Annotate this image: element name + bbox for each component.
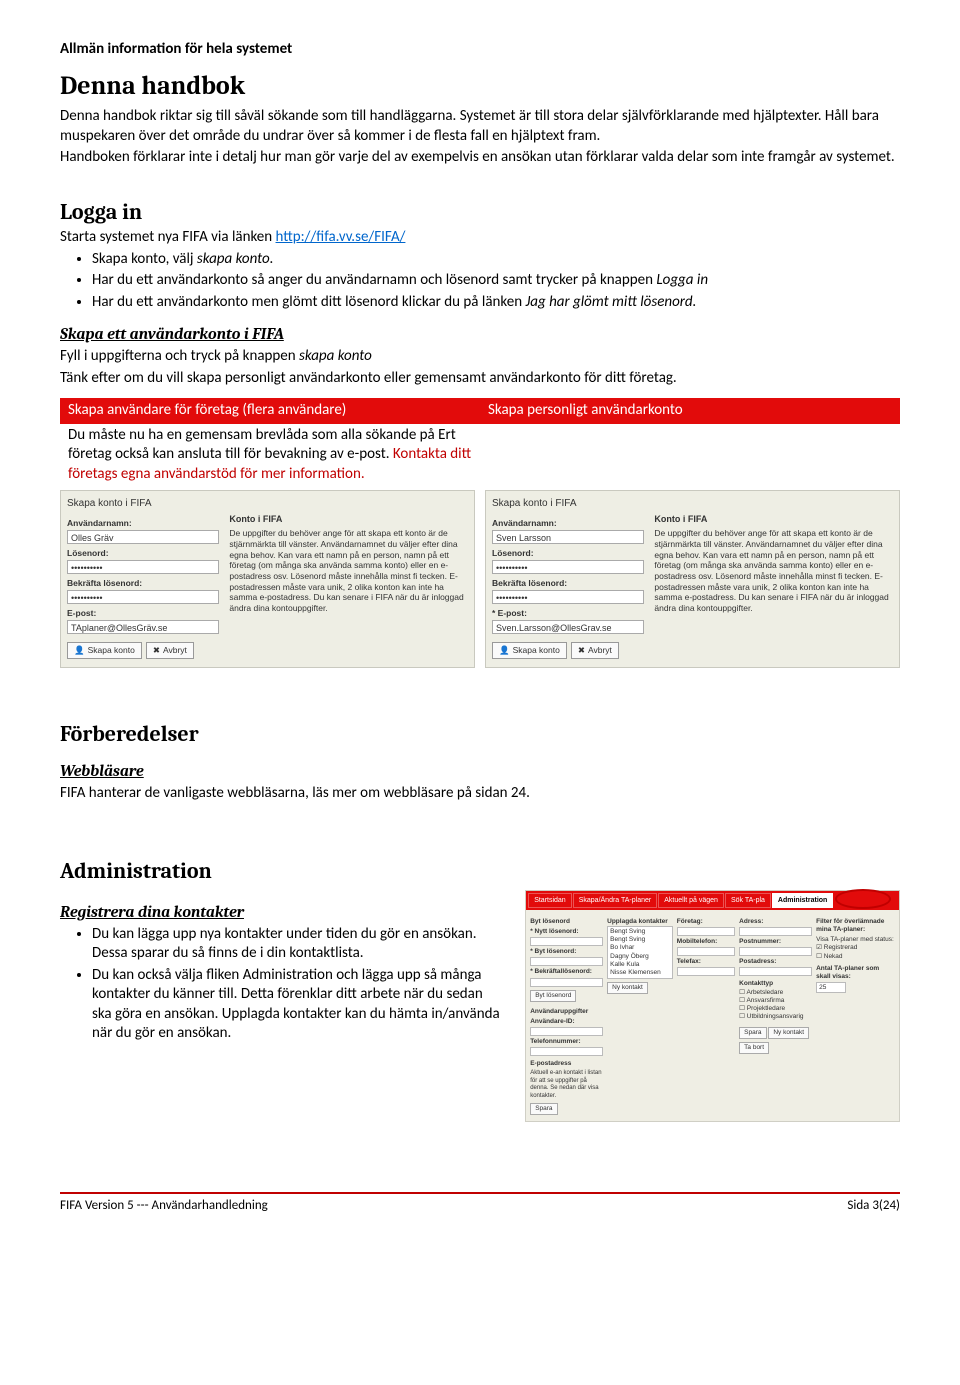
contact-item[interactable]: Bengt Sving <box>610 936 670 944</box>
new-contact-button-2[interactable]: Ny kontakt <box>768 1027 809 1039</box>
label-password: Lösenord: <box>67 548 219 559</box>
input-password[interactable]: •••••••••• <box>492 560 644 574</box>
info-title: Konto i FIFA <box>229 514 468 525</box>
label-confirm: Bekräfta lösenord: <box>67 578 219 589</box>
prep-text: FIFA hanterar de vanligaste webbläsarna,… <box>60 784 900 804</box>
contact-item[interactable]: Bo Ivhar <box>610 944 670 952</box>
login-bullet-2: Har du ett användarkonto så anger du anv… <box>92 271 900 291</box>
input-username[interactable]: Sven Larsson <box>492 530 644 544</box>
input-count[interactable]: 25 <box>816 982 846 993</box>
new-contact-button[interactable]: Ny kontakt <box>607 982 648 994</box>
input-email[interactable]: Sven.Larsson@OllesGrav.se <box>492 620 644 634</box>
login-heading: Logga in <box>60 198 900 227</box>
admin-heading: Administration <box>60 857 900 886</box>
create-account-subheading: Skapa ett användarkonto i FIFA <box>60 324 900 345</box>
chk-projektledare[interactable]: ☐ Projektledare <box>739 1005 812 1013</box>
label-confirm: Bekräfta lösenord: <box>492 578 644 589</box>
table-header-company: Skapa användare för företag (flera använ… <box>60 398 480 424</box>
account-type-table: Skapa användare för företag (flera använ… <box>60 398 900 490</box>
user-add-icon: 👤 <box>499 645 510 656</box>
save-contact-button[interactable]: Spara <box>739 1027 766 1039</box>
chk-registered[interactable]: ☑ Registrerad <box>816 944 895 952</box>
fifa-link[interactable]: http://fifa.vv.se/FIFA/ <box>276 228 406 246</box>
contacts-title: Upplagda kontakter <box>607 918 673 926</box>
chk-arbetsledare[interactable]: ☐ Arbetsledare <box>739 989 812 997</box>
label-email-required: * E-post: <box>492 608 644 619</box>
contact-item[interactable]: Nisse Klemensen <box>610 969 670 977</box>
label-username: Användarnamn: <box>67 518 219 529</box>
input-email[interactable]: TAplaner@OllesGräv.se <box>67 620 219 634</box>
input-confirm-pass[interactable] <box>530 978 603 987</box>
delete-contact-button[interactable]: Ta bort <box>739 1042 769 1054</box>
label-password: Lösenord: <box>492 548 644 559</box>
cancel-button[interactable]: ✖Avbryt <box>146 642 194 659</box>
tab-administration[interactable]: Administration <box>772 893 833 908</box>
login-bullet-1: Skapa konto, välj skapa konto. <box>92 250 900 270</box>
admin-bullet-2: Du kan också välja fliken Administration… <box>92 966 505 1044</box>
contact-item[interactable]: Bengt Sving <box>610 928 670 936</box>
section-title: Allmän information för hela systemet <box>60 40 900 60</box>
form-panel-personal: Skapa konto i FIFA Användarnamn: Sven La… <box>485 490 900 668</box>
account-form-screenshots: Skapa konto i FIFA Användarnamn: Olles G… <box>60 490 900 668</box>
login-bullet-3: Har du ett användarkonto men glömt ditt … <box>92 293 900 313</box>
form-panel-title: Skapa konto i FIFA <box>492 497 893 510</box>
input-confirm[interactable]: •••••••••• <box>492 590 644 604</box>
form-panel-title: Skapa konto i FIFA <box>67 497 468 510</box>
cancel-icon: ✖ <box>578 645 585 656</box>
info-text: De uppgifter du behöver ange för att ska… <box>229 528 468 613</box>
input-password[interactable]: •••••••••• <box>67 560 219 574</box>
login-lead-text: Starta systemet nya FIFA via länken <box>60 228 276 246</box>
save-button[interactable]: Spara <box>530 1103 557 1115</box>
tab-search-ta[interactable]: Sök TA-pla <box>725 893 771 908</box>
footer-left: FIFA Version 5 --- Användarhandledning <box>60 1198 268 1215</box>
tab-current-road[interactable]: Aktuellt på vägen <box>658 893 724 908</box>
label-username: Användarnamn: <box>492 518 644 529</box>
admin-bullet-list: Du kan lägga upp nya kontakter under tid… <box>92 925 505 1044</box>
admin-screenshot: Startsidan Skapa/Ändra TA-planer Aktuell… <box>525 890 900 1122</box>
cancel-button[interactable]: ✖Avbryt <box>571 642 619 659</box>
table-cell-personal <box>480 424 900 491</box>
admin-pass-title: Byt lösenord <box>530 918 603 926</box>
intro-paragraph-2: Handboken förklarar inte i detalj hur ma… <box>60 148 900 168</box>
admin-subheading: Registrera dina kontakter <box>60 902 505 923</box>
page-footer: FIFA Version 5 --- Användarhandledning S… <box>60 1192 900 1215</box>
input-new-pass[interactable] <box>530 937 603 946</box>
info-title: Konto i FIFA <box>654 514 893 525</box>
intro-paragraph-1: Denna handbok riktar sig till såväl söka… <box>60 107 900 146</box>
create-account-para-2: Tänk efter om du vill skapa personligt a… <box>60 369 900 389</box>
chk-ansvarsfirma[interactable]: ☐ Ansvarsfirma <box>739 997 812 1005</box>
admin-tabbar: Startsidan Skapa/Ändra TA-planer Aktuell… <box>526 891 899 910</box>
input-confirm[interactable]: •••••••••• <box>67 590 219 604</box>
footer-right: Sida 3(24) <box>847 1198 900 1215</box>
prep-subheading: Webbläsare <box>60 761 900 782</box>
info-text: De uppgifter du behöver ange för att ska… <box>654 528 893 613</box>
intro-heading: Denna handbok <box>60 70 900 104</box>
login-lead: Starta systemet nya FIFA via länken http… <box>60 228 900 248</box>
contact-item[interactable]: Dagny Öberg <box>610 953 670 961</box>
chk-utbildning[interactable]: ☐ Utbildningsansvarig <box>739 1013 812 1021</box>
create-account-para-1: Fyll i uppgifterna och tryck på knappen … <box>60 347 900 367</box>
cancel-icon: ✖ <box>153 645 160 656</box>
input-username[interactable]: Olles Gräv <box>67 530 219 544</box>
form-panel-company: Skapa konto i FIFA Användarnamn: Olles G… <box>60 490 475 668</box>
prep-heading: Förberedelser <box>60 720 900 749</box>
table-header-personal: Skapa personligt användarkonto <box>480 398 900 424</box>
create-account-button[interactable]: 👤Skapa konto <box>492 642 567 659</box>
user-add-icon: 👤 <box>74 645 85 656</box>
contact-item[interactable]: Kalle Kula <box>610 961 670 969</box>
admin-bullet-1: Du kan lägga upp nya kontakter under tid… <box>92 925 505 964</box>
change-pass-button[interactable]: Byt lösenord <box>530 990 576 1002</box>
tab-start[interactable]: Startsidan <box>528 893 572 908</box>
tab-create-ta[interactable]: Skapa/Ändra TA-planer <box>573 893 658 908</box>
create-account-button[interactable]: 👤Skapa konto <box>67 642 142 659</box>
table-cell-company: Du måste nu ha en gemensam brevlåda som … <box>60 424 480 491</box>
highlight-circle-annotation <box>835 889 891 909</box>
login-bullet-list: Skapa konto, välj skapa konto. Har du et… <box>92 250 900 313</box>
label-email: E-post: <box>67 608 219 619</box>
contacts-list[interactable]: Bengt Sving Bengt Sving Bo Ivhar Dagny Ö… <box>607 926 673 979</box>
input-change-pass[interactable] <box>530 957 603 966</box>
chk-denied[interactable]: ☐ Nekad <box>816 953 895 961</box>
